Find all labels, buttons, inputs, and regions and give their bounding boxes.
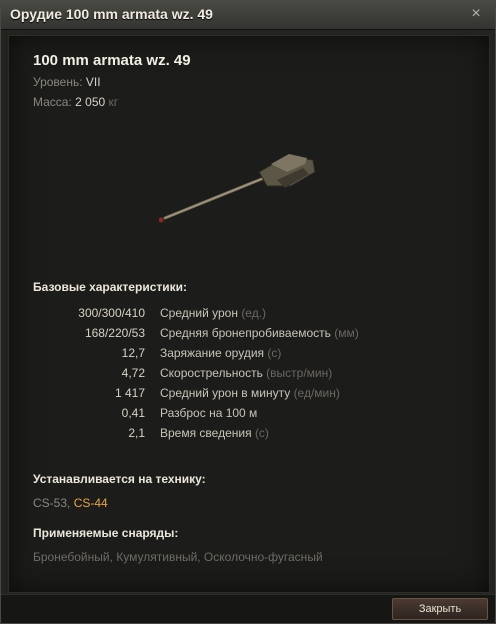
stat-label: Средний урон в минуту (ед/мин) [160,386,340,400]
stat-label-text: Заряжание орудия [160,346,265,360]
stat-label-text: Разброс на 100 м [160,406,258,420]
vehicle-cs44: CS-44 [73,496,108,510]
stat-value: 1 417 [114,386,145,400]
gun-tier: Уровень: VII [33,75,101,89]
stat-value: 2,1 [128,426,145,440]
close-icon[interactable]: × [467,4,485,24]
stat-label: Средний урон (ед.) [160,306,266,320]
base-stats-heading: Базовые характеристики: [33,280,187,294]
tier-label: Уровень: [33,75,83,89]
shells-list: Бронебойный, Кумулятивный, Осколочно-фуг… [33,550,323,564]
stat-label-text: Средний урон [160,306,238,320]
content-panel: 100 mm armata wz. 49 Уровень: VII Масса:… [8,35,490,593]
stat-value: 12,7 [121,346,145,360]
stat-label-text: Средняя бронепробиваемость [160,326,331,340]
stat-row: 1 417 Средний урон в минуту (ед/мин) [9,386,489,406]
vehicle-separator: , [67,496,74,510]
stat-unit: (мм) [334,326,359,340]
stat-unit: (ед/мин) [293,386,340,400]
stat-unit: (с) [254,426,269,440]
close-button[interactable]: Закрыть [392,598,488,620]
stat-label: Разброс на 100 м [160,406,257,420]
stat-label-text: Время сведения [160,426,252,440]
title-bar: Орудие 100 mm armata wz. 49 × [1,1,495,30]
stat-value: 168/220/53 [84,326,145,340]
gun-mass: Масса: 2 050 кг [33,95,118,109]
stat-label-text: Средний урон в минуту [160,386,291,400]
stat-value: 300/300/410 [78,306,145,320]
vehicles-list: CS-53, CS-44 [33,496,108,510]
gun-name: 100 mm armata wz. 49 [33,52,191,69]
stat-unit: (с) [267,346,282,360]
stat-row: 0,41 Разброс на 100 м [9,406,489,426]
stat-row: 12,7 Заряжание орудия (с) [9,346,489,366]
shells-heading: Применяемые снаряды: [33,526,179,540]
mass-value: 2 050 [75,95,106,109]
stat-value: 4,72 [121,366,145,380]
stat-row: 300/300/410 Средний урон (ед.) [9,306,489,326]
stat-label: Скорострельность (выстр/мин) [160,366,332,380]
stat-unit: (ед.) [241,306,267,320]
mass-label: Масса: [33,95,72,109]
stat-value: 0,41 [121,406,145,420]
stat-label: Заряжание орудия (с) [160,346,281,360]
stat-label: Средняя бронепробиваемость (мм) [160,326,359,340]
stat-row: 2,1 Время сведения (с) [9,426,489,446]
stat-unit: (выстр/мин) [266,366,333,380]
gun-icon [159,154,316,223]
vehicles-heading: Устанавливается на технику: [33,472,206,486]
tier-value: VII [85,75,101,89]
vehicle-cs53: CS-53 [33,496,68,510]
module-info-window: Орудие 100 mm armata wz. 49 × 100 mm arm… [0,0,496,624]
stat-label: Время сведения (с) [160,426,269,440]
window-title: Орудие 100 mm armata wz. 49 [10,6,213,22]
stat-row: 168/220/53 Средняя бронепробиваемость (м… [9,326,489,346]
mass-unit: кг [108,95,119,109]
stat-label-text: Скорострельность [160,366,263,380]
footer-bar: Закрыть [1,594,495,623]
stat-row: 4,72 Скорострельность (выстр/мин) [9,366,489,386]
